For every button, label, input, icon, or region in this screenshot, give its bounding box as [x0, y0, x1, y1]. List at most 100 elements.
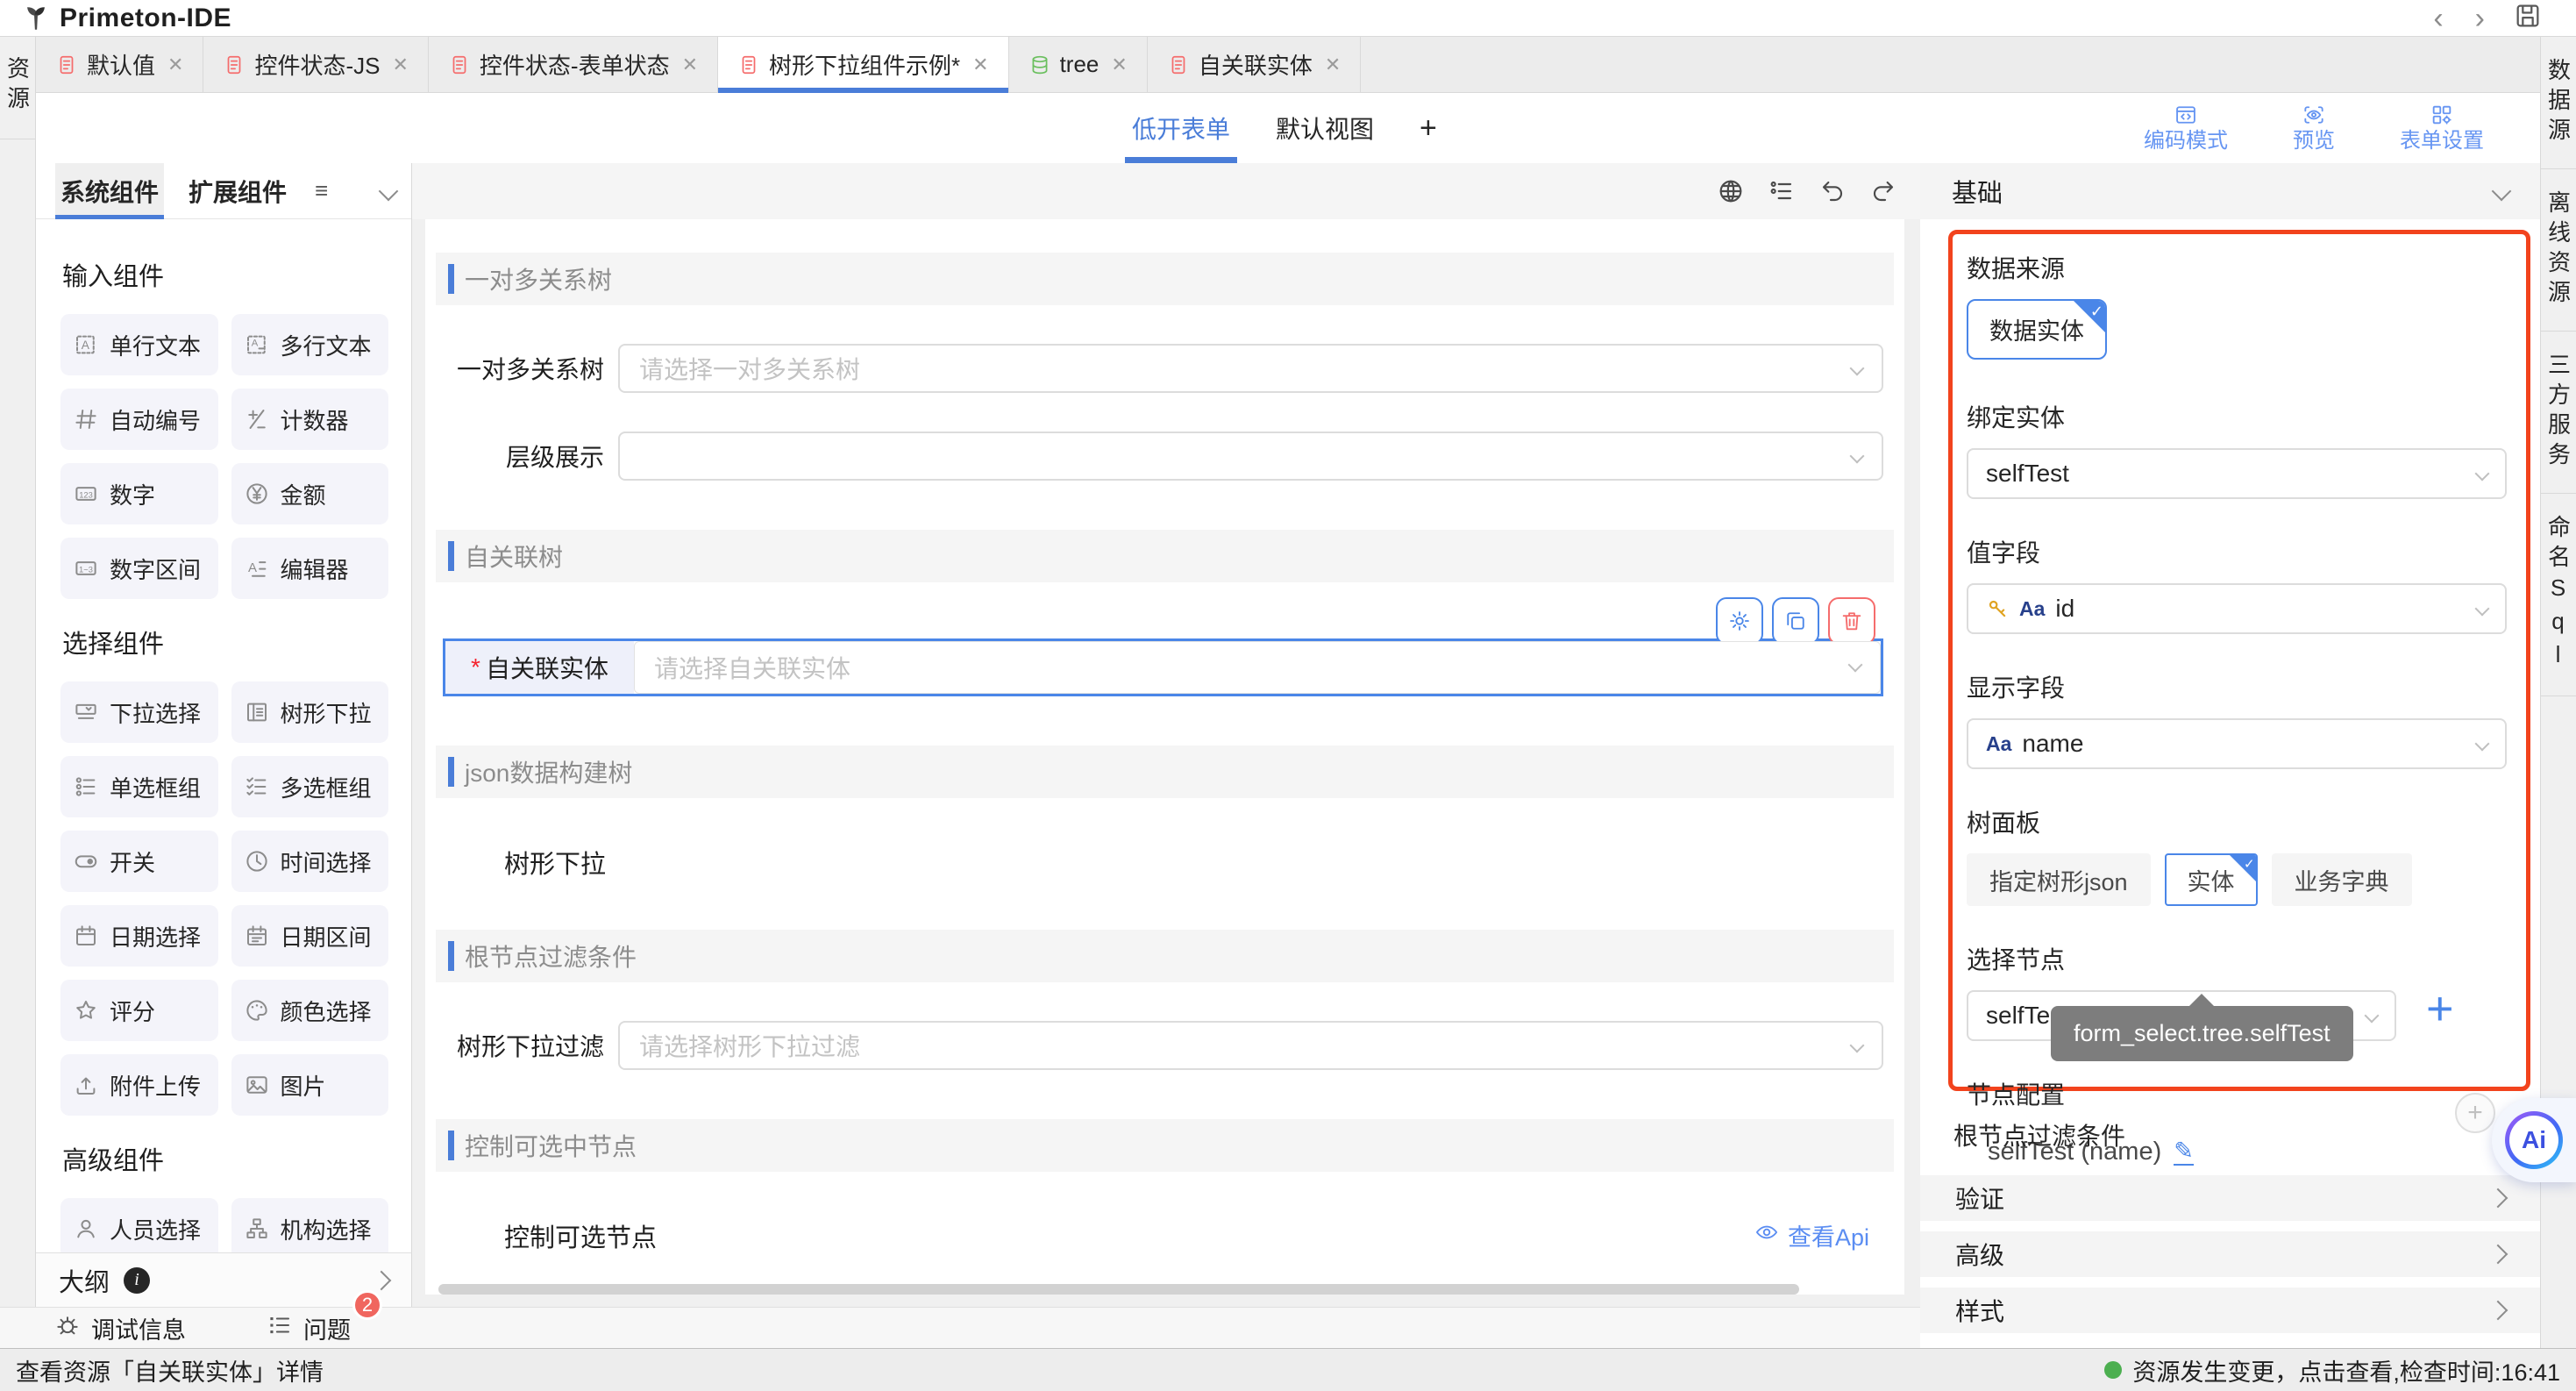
action-编码模式[interactable]: 编码模式	[2144, 103, 2228, 153]
view-api-link[interactable]: 查看Api	[1754, 1218, 1869, 1252]
dock-item-数据源[interactable]: 数据源	[2541, 37, 2576, 169]
status-left-text[interactable]: 查看资源「自关联实体」详情	[16, 1353, 324, 1387]
data-entity-chip[interactable]: 数据实体 ✓	[1967, 299, 2107, 360]
action-表单设置[interactable]: 表单设置	[2400, 103, 2484, 153]
field-copy-button[interactable]	[1772, 597, 1819, 645]
globe-icon[interactable]	[1717, 177, 1745, 205]
horizontal-scrollbar[interactable]	[438, 1284, 1799, 1295]
issues-button[interactable]: 问题 2	[267, 1311, 351, 1345]
field-select[interactable]: 请选择树形下拉过滤	[618, 1021, 1883, 1070]
tab-default-view[interactable]: 默认视图	[1276, 93, 1374, 163]
palette-item-金额[interactable]: 金额	[231, 463, 389, 524]
editor-tab-默认值[interactable]: 默认值✕	[36, 37, 203, 92]
form-text-树形下拉[interactable]: 树形下拉	[504, 844, 1904, 881]
display-field-select[interactable]: Aa name	[1967, 718, 2507, 769]
selected-field-自关联实体[interactable]: *自关联实体请选择自关联实体	[443, 638, 1883, 696]
field-delete-button[interactable]	[1828, 597, 1875, 645]
chevron-down-icon[interactable]	[379, 181, 399, 201]
property-inspector: 基础 数据来源 数据实体 ✓ 绑定实体 selfTest 值字段 Aa id 显…	[1920, 163, 2540, 1348]
palette-item-自动编号[interactable]: 自动编号	[60, 389, 218, 450]
close-icon[interactable]: ✕	[392, 54, 408, 76]
dock-item-命名Sql[interactable]: 命名Sql	[2541, 494, 2576, 696]
palette-item-单行文本[interactable]: A单行文本	[60, 314, 218, 375]
field-select[interactable]: 请选择一对多关系树	[618, 344, 1883, 393]
palette-item-下拉选择[interactable]: 下拉选择	[60, 681, 218, 743]
field-settings-button[interactable]	[1716, 597, 1763, 645]
palette-item-日期区间[interactable]: 日期区间	[231, 905, 389, 967]
palette-item-单选框组[interactable]: 单选框组	[60, 756, 218, 817]
palette-item-时间选择[interactable]: 时间选择	[231, 831, 389, 892]
dock-item-离线资源[interactable]: 离线资源	[2541, 169, 2576, 332]
add-node-button[interactable]: +	[2426, 985, 2454, 1032]
palette-tab-系统组件[interactable]: 系统组件	[55, 163, 164, 219]
editor-tab-控件状态-JS[interactable]: 控件状态-JS✕	[203, 37, 428, 92]
dock-item-三方服务[interactable]: 三方服务	[2541, 332, 2576, 494]
palette-item-日期选择[interactable]: 日期选择	[60, 905, 218, 967]
tab-low-code-form[interactable]: 低开表单	[1132, 93, 1230, 163]
close-icon[interactable]: ✕	[972, 54, 988, 76]
close-icon[interactable]: ✕	[1325, 54, 1341, 76]
palette-item-附件上传[interactable]: 附件上传	[60, 1054, 218, 1116]
editor-tab-自关联实体[interactable]: 自关联实体✕	[1148, 37, 1361, 92]
tree-panel-option-实体[interactable]: 实体✓	[2165, 853, 2258, 906]
string-type-badge: Aa	[1986, 732, 2011, 756]
bind-entity-select[interactable]: selfTest	[1967, 448, 2507, 499]
palette-item-计数器[interactable]: 计数器	[231, 389, 389, 450]
palette-item-数字[interactable]: 123数字	[60, 463, 218, 524]
editor-tab-控件状态-表单状态[interactable]: 控件状态-表单状态✕	[429, 37, 718, 92]
app-logo-icon	[21, 4, 51, 33]
action-预览[interactable]: 预览	[2293, 103, 2335, 153]
palette-item-开关[interactable]: 开关	[60, 831, 218, 892]
save-button[interactable]	[2513, 1, 2543, 35]
yen-icon	[244, 481, 270, 507]
data-source-label: 数据来源	[1967, 250, 2507, 285]
form-design-area[interactable]: 一对多关系树一对多关系树请选择一对多关系树层级展示自关联树*自关联实体请选择自关…	[425, 219, 1904, 1295]
tree-panel-option-指定树形json[interactable]: 指定树形json	[1967, 853, 2151, 906]
dock-item-资源[interactable]: 资源	[0, 37, 35, 139]
ai-assistant-button[interactable]: Ai	[2492, 1098, 2576, 1182]
field-select[interactable]	[618, 432, 1883, 481]
history-back-icon[interactable]: ‹	[2417, 1, 2459, 36]
inspector-section-验证[interactable]: 验证	[1920, 1175, 2540, 1221]
palette-item-树形下拉[interactable]: 树形下拉	[231, 681, 389, 743]
value-field-select[interactable]: Aa id	[1967, 583, 2507, 634]
undo-icon[interactable]	[1818, 177, 1847, 205]
debug-info-button[interactable]: 调试信息	[54, 1311, 186, 1345]
debug-icon	[54, 1312, 81, 1338]
palette-item-人员选择[interactable]: 人员选择	[60, 1198, 218, 1252]
outline-icon[interactable]	[1768, 177, 1796, 205]
palette-header: 系统组件扩展组件 ≡	[36, 163, 411, 219]
history-forward-icon[interactable]: ›	[2459, 1, 2501, 36]
palette-list-icon[interactable]: ≡	[315, 177, 328, 204]
field-select[interactable]: 请选择自关联实体	[634, 641, 1881, 694]
palette-item-图片[interactable]: 图片	[231, 1054, 389, 1116]
palette-tab-扩展组件[interactable]: 扩展组件	[183, 163, 292, 219]
chevron-right-icon	[372, 1270, 392, 1290]
status-right[interactable]: 资源发生变更，点击查看,检查时间:16:41	[2104, 1353, 2560, 1387]
palette-item-机构选择[interactable]: 机构选择	[231, 1198, 389, 1252]
copy-icon	[1783, 609, 1808, 633]
palette-item-数字区间[interactable]: 1~3数字区间	[60, 538, 218, 599]
ai-add-icon[interactable]: +	[2455, 1093, 2495, 1133]
palette-item-多选框组[interactable]: 多选框组	[231, 756, 389, 817]
section-header-自关联树: 自关联树	[436, 530, 1894, 582]
inspector-section-basic[interactable]: 基础	[1920, 163, 2540, 219]
inspector-section-高级[interactable]: 高级	[1920, 1231, 2540, 1277]
close-icon[interactable]: ✕	[167, 54, 183, 76]
palette-item-编辑器[interactable]: A编辑器	[231, 538, 389, 599]
date-range-icon	[244, 923, 270, 949]
close-icon[interactable]: ✕	[1111, 54, 1127, 76]
close-icon[interactable]: ✕	[682, 54, 698, 76]
editor-tab-树形下拉组件示例*[interactable]: 树形下拉组件示例*✕	[718, 37, 1009, 92]
inspector-section-样式[interactable]: 样式	[1920, 1288, 2540, 1333]
section-header-控制可选中节点: 控制可选中节点	[436, 1119, 1894, 1172]
palette-item-评分[interactable]: 评分	[60, 980, 218, 1041]
add-view-button[interactable]: +	[1420, 111, 1437, 146]
palette-item-颜色选择[interactable]: 颜色选择	[231, 980, 389, 1041]
tree-panel-option-业务字典[interactable]: 业务字典	[2272, 853, 2412, 906]
redo-icon[interactable]	[1869, 177, 1897, 205]
form-text-控制可选节点[interactable]: 控制可选节点	[504, 1217, 1904, 1254]
palette-section-title: 高级组件	[62, 1140, 388, 1177]
editor-tab-tree[interactable]: tree✕	[1009, 37, 1148, 92]
palette-item-多行文本[interactable]: A多行文本	[231, 314, 389, 375]
